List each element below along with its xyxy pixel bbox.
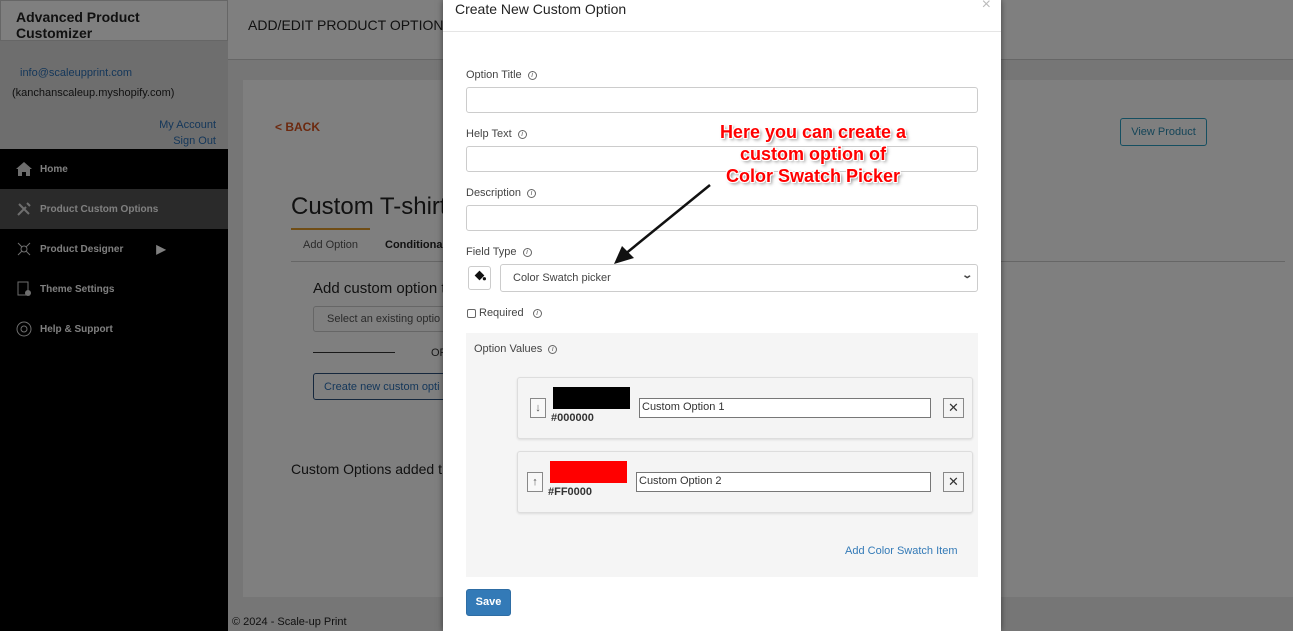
info-icon: i [527,189,537,198]
field-type-value: Color Swatch picker [513,272,611,284]
description-input[interactable] [466,205,978,231]
swatch-row: ↑ #FF0000 Custom Option 2 ✕ [517,451,973,513]
required-label: Required [479,307,524,319]
remove-button[interactable]: ✕ [943,472,964,492]
annotation-arrow-icon [614,184,711,264]
create-option-modal: Create New Custom Option × Option Title i… [443,0,1001,631]
description-label: Description i [466,187,537,199]
info-icon: i [548,345,558,354]
info-icon: i [527,71,537,80]
info-icon: i [522,248,532,257]
modal-title: Create New Custom Option [455,1,627,17]
swatch-row: ↓ #000000 Custom Option 1 ✕ [517,377,973,439]
move-up-button[interactable]: ↑ [527,472,543,492]
move-down-button[interactable]: ↓ [530,398,546,418]
field-type-label: Field Type i [466,246,532,258]
option-title-label: Option Title i [466,69,537,81]
add-color-swatch-link[interactable]: Add Color Swatch Item [845,545,958,557]
swatch-name-input[interactable]: Custom Option 1 [639,398,931,418]
annotation-line: custom option of [740,144,886,164]
annotation-line: Here you can create a [719,122,907,142]
close-icon[interactable]: × [982,0,991,14]
required-row: Required i [467,307,542,319]
info-icon: i [517,130,527,139]
option-values-label: Option Values i [474,343,558,355]
required-checkbox[interactable] [467,308,476,318]
swatch-name-input[interactable]: Custom Option 2 [636,472,931,492]
annotation-callout: Here you can create a custom option of C… [640,121,986,187]
color-swatch[interactable] [550,461,627,483]
info-icon: i [532,308,542,318]
option-values-panel: Option Values i ↓ #000000 Custom Option 1… [466,333,978,577]
help-text-label: Help Text i [466,128,527,140]
paint-bucket-icon [468,266,491,290]
swatch-hex: #000000 [551,412,594,424]
modal-divider [443,31,1001,32]
option-title-input[interactable] [466,87,978,113]
color-swatch[interactable] [553,387,630,409]
field-type-select[interactable]: Color Swatch picker ⌄ [500,264,978,292]
swatch-hex: #FF0000 [548,486,593,498]
save-button[interactable]: Save [466,589,511,616]
remove-button[interactable]: ✕ [943,398,964,418]
chevron-down-icon: ⌄ [960,270,973,281]
